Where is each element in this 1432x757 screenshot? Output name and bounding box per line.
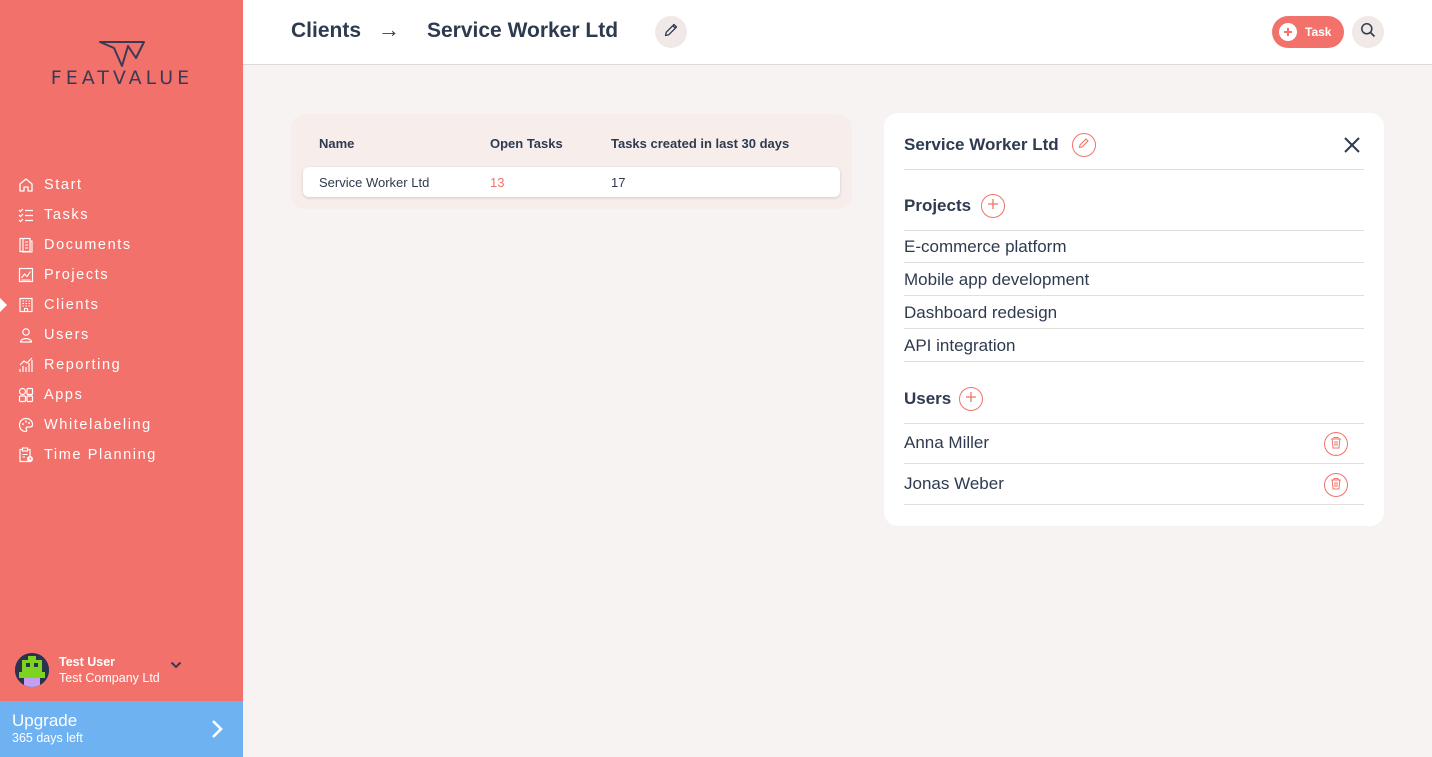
plus-icon: [965, 390, 977, 408]
plus-icon: [1279, 23, 1297, 41]
add-task-label: Task: [1305, 25, 1332, 39]
avatar: [15, 653, 49, 687]
project-item[interactable]: API integration: [904, 329, 1364, 362]
sidebar-item-label: Clients: [44, 297, 100, 313]
apps-icon: [17, 386, 35, 404]
project-item[interactable]: Mobile app development: [904, 263, 1364, 296]
sidebar-item-label: Reporting: [44, 357, 122, 373]
sidebar-item-start[interactable]: Start: [0, 170, 243, 200]
sidebar-item-tasks[interactable]: Tasks: [0, 200, 243, 230]
pencil-icon: [663, 22, 679, 43]
projects-section-title: Projects: [904, 196, 972, 215]
sidebar-item-label: Whitelabeling: [44, 417, 152, 433]
sidebar-item-label: Time Planning: [44, 447, 157, 463]
sidebar-nav: Start Tasks Documents Projects Clients U…: [0, 170, 243, 470]
search-icon: [1360, 22, 1376, 43]
list-item: Jonas Weber: [904, 464, 1364, 505]
user-name: Test User: [59, 654, 116, 669]
time-planning-icon: [17, 446, 35, 464]
edit-client-button[interactable]: [655, 16, 687, 48]
breadcrumb-clients[interactable]: Clients: [291, 19, 361, 43]
clients-table: Name Open Tasks Tasks created in last 30…: [291, 114, 852, 209]
user-item-name: Jonas Weber: [904, 474, 1004, 493]
user-company: Test Company Ltd: [59, 670, 160, 685]
header: Clients → Service Worker Ltd Task: [243, 0, 1432, 65]
sidebar-item-label: Users: [44, 327, 90, 343]
logo-text: FEATVALUE: [50, 67, 194, 89]
sidebar-item-users[interactable]: Users: [0, 320, 243, 350]
project-item[interactable]: Dashboard redesign: [904, 296, 1364, 329]
documents-icon: [17, 236, 35, 254]
upgrade-title: Upgrade: [12, 711, 78, 730]
search-button[interactable]: [1352, 16, 1384, 48]
sidebar-item-apps[interactable]: Apps: [0, 380, 243, 410]
sidebar-item-documents[interactable]: Documents: [0, 230, 243, 260]
featvalue-logo[interactable]: FEATVALUE: [36, 40, 208, 90]
close-panel-button[interactable]: [1342, 135, 1362, 155]
chevron-down-icon[interactable]: [170, 656, 182, 674]
client-detail-panel: Service Worker Ltd Projects E-commerce p…: [884, 113, 1384, 526]
add-user-button[interactable]: [959, 387, 983, 411]
project-item[interactable]: E-commerce platform: [904, 230, 1364, 263]
page-title: Service Worker Ltd: [427, 19, 619, 42]
upgrade-days-left: 365 days left: [12, 731, 83, 745]
column-header-open-tasks[interactable]: Open Tasks: [490, 136, 563, 151]
sidebar-item-label: Projects: [44, 267, 110, 283]
palette-icon: [17, 416, 35, 434]
logo-mark-icon: [99, 41, 145, 67]
users-section-title: Users: [904, 389, 952, 408]
user-menu[interactable]: Test User Test Company Ltd: [15, 653, 235, 687]
sidebar-item-label: Apps: [44, 387, 84, 403]
panel-title: Service Worker Ltd: [904, 135, 1059, 154]
sidebar-item-projects[interactable]: Projects: [0, 260, 243, 290]
breadcrumb-arrow: →: [378, 17, 400, 42]
plus-icon: [987, 197, 999, 215]
sidebar-item-time-planning[interactable]: Time Planning: [0, 440, 243, 470]
tasks-icon: [17, 206, 35, 224]
trash-icon: [1330, 424, 1342, 464]
table-row[interactable]: Service Worker Ltd 13 17: [303, 167, 840, 197]
user-icon: [17, 326, 35, 344]
cell-client-name: Service Worker Ltd: [319, 175, 430, 190]
column-header-name[interactable]: Name: [319, 136, 354, 151]
divider: [904, 169, 1364, 170]
sidebar-item-label: Tasks: [44, 207, 90, 223]
edit-client-panel-button[interactable]: [1072, 133, 1096, 157]
add-task-button[interactable]: Task: [1272, 16, 1344, 48]
remove-user-button[interactable]: [1324, 432, 1348, 456]
remove-user-button[interactable]: [1324, 473, 1348, 497]
trash-icon: [1330, 465, 1342, 505]
cell-tasks-30-days: 17: [611, 175, 626, 190]
sidebar: FEATVALUE Start Tasks Documents Projects: [0, 0, 243, 757]
upgrade-button[interactable]: Upgrade 365 days left: [0, 701, 243, 757]
close-icon: [1342, 137, 1362, 159]
cell-open-tasks: 13: [490, 175, 505, 190]
sidebar-item-whitelabeling[interactable]: Whitelabeling: [0, 410, 243, 440]
user-item-name: Anna Miller: [904, 433, 990, 452]
list-item: Anna Miller: [904, 423, 1364, 464]
sidebar-item-clients[interactable]: Clients: [0, 290, 243, 320]
sidebar-item-label: Start: [44, 177, 83, 193]
reporting-icon: [17, 356, 35, 374]
sidebar-item-label: Documents: [44, 237, 132, 253]
sidebar-item-reporting[interactable]: Reporting: [0, 350, 243, 380]
add-project-button[interactable]: [981, 194, 1005, 218]
home-icon: [17, 176, 35, 194]
column-header-tasks-30-days[interactable]: Tasks created in last 30 days: [611, 136, 789, 151]
projects-icon: [17, 266, 35, 284]
clients-icon: [17, 296, 35, 314]
chevron-right-icon: [210, 718, 224, 745]
pencil-icon: [1078, 136, 1090, 154]
